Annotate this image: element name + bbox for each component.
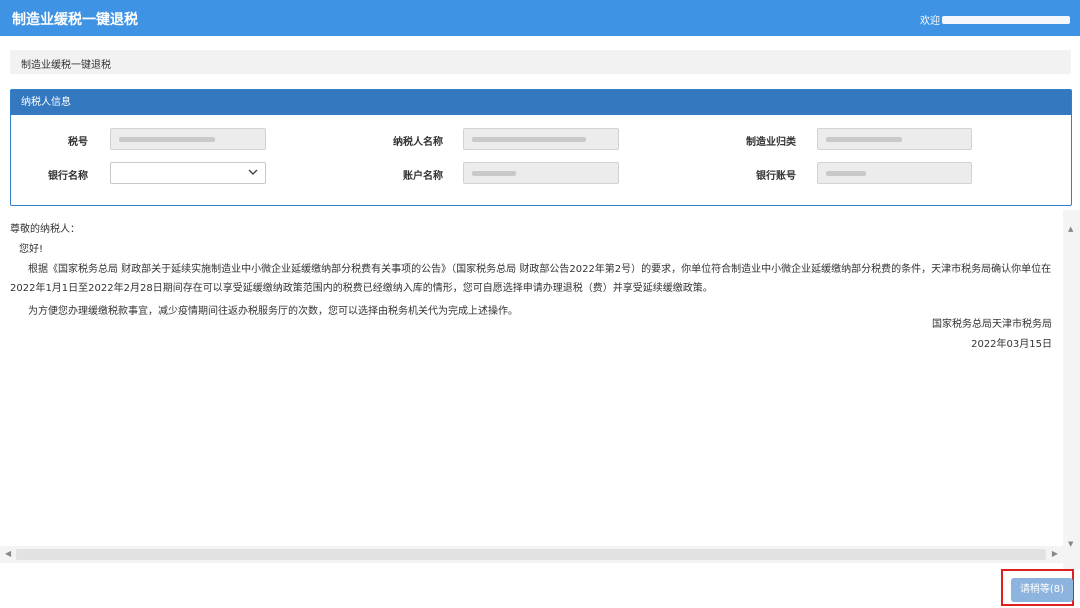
redacted-value xyxy=(826,137,902,142)
tax-id-field[interactable] xyxy=(110,128,266,150)
notice-greeting: 您好! xyxy=(19,244,44,255)
redacted-value xyxy=(119,137,215,142)
bank-account-field[interactable] xyxy=(817,162,972,184)
manufacturing-category-label: 制造业归类 xyxy=(746,137,796,148)
bank-account-label: 银行账号 xyxy=(756,171,796,182)
taxpayer-name-label: 纳税人名称 xyxy=(393,137,443,148)
bank-name-label: 银行名称 xyxy=(48,171,88,182)
tax-id-label: 税号 xyxy=(68,137,88,148)
breadcrumb-item: 制造业缓税一键退税 xyxy=(21,60,111,71)
welcome-prefix: 欢迎 xyxy=(920,16,940,27)
redacted-username xyxy=(942,15,1070,24)
breadcrumb: 制造业缓税一键退税 xyxy=(10,50,1071,74)
vertical-scrollbar[interactable]: ▲ ▼ xyxy=(1063,210,1080,570)
horizontal-scrollbar[interactable]: ◀ ▶ xyxy=(0,546,1063,563)
account-name-label: 账户名称 xyxy=(403,171,443,182)
scroll-down-arrow-icon[interactable]: ▼ xyxy=(1068,540,1073,548)
app-title: 制造业缓税一键退税 xyxy=(12,12,138,28)
scroll-right-arrow-icon[interactable]: ▶ xyxy=(1052,549,1058,558)
chevron-down-icon xyxy=(248,169,258,175)
notice-paragraph-1: 根据《国家税务总局 财政部关于延续实施制造业中小微企业延缓缴纳部分税费有关事项的… xyxy=(10,264,1052,294)
horizontal-scroll-thumb[interactable] xyxy=(16,549,1046,560)
panel-heading: 纳税人信息 xyxy=(11,90,1071,115)
redacted-value xyxy=(826,171,866,176)
scroll-up-arrow-icon[interactable]: ▲ xyxy=(1068,225,1073,233)
account-name-field[interactable] xyxy=(463,162,619,184)
taxpayer-name-field[interactable] xyxy=(463,128,619,150)
wait-countdown-button[interactable]: 请稍等(8) xyxy=(1011,578,1073,602)
redacted-value xyxy=(472,171,516,176)
notice-paragraph-2: 为方便您办理缓缴税款事宜，减少疫情期间往返办税服务厅的次数，您可以选择由税务机关… xyxy=(28,306,518,317)
notice-salutation: 尊敬的纳税人： xyxy=(10,224,80,235)
notice-date: 2022年03月15日 xyxy=(971,339,1052,350)
taxpayer-info-panel: 纳税人信息 税号 纳税人名称 制造业归类 银行名称 账户名称 银行账号 xyxy=(10,89,1072,206)
notice-issuer: 国家税务总局天津市税务局 xyxy=(932,319,1052,330)
redacted-value xyxy=(472,137,586,142)
scroll-left-arrow-icon[interactable]: ◀ xyxy=(5,549,11,558)
bank-name-select[interactable] xyxy=(110,162,266,184)
welcome-user: 欢迎 xyxy=(920,12,1070,27)
manufacturing-category-field[interactable] xyxy=(817,128,972,150)
top-header-bar: 制造业缓税一键退税 欢迎 xyxy=(0,0,1080,36)
